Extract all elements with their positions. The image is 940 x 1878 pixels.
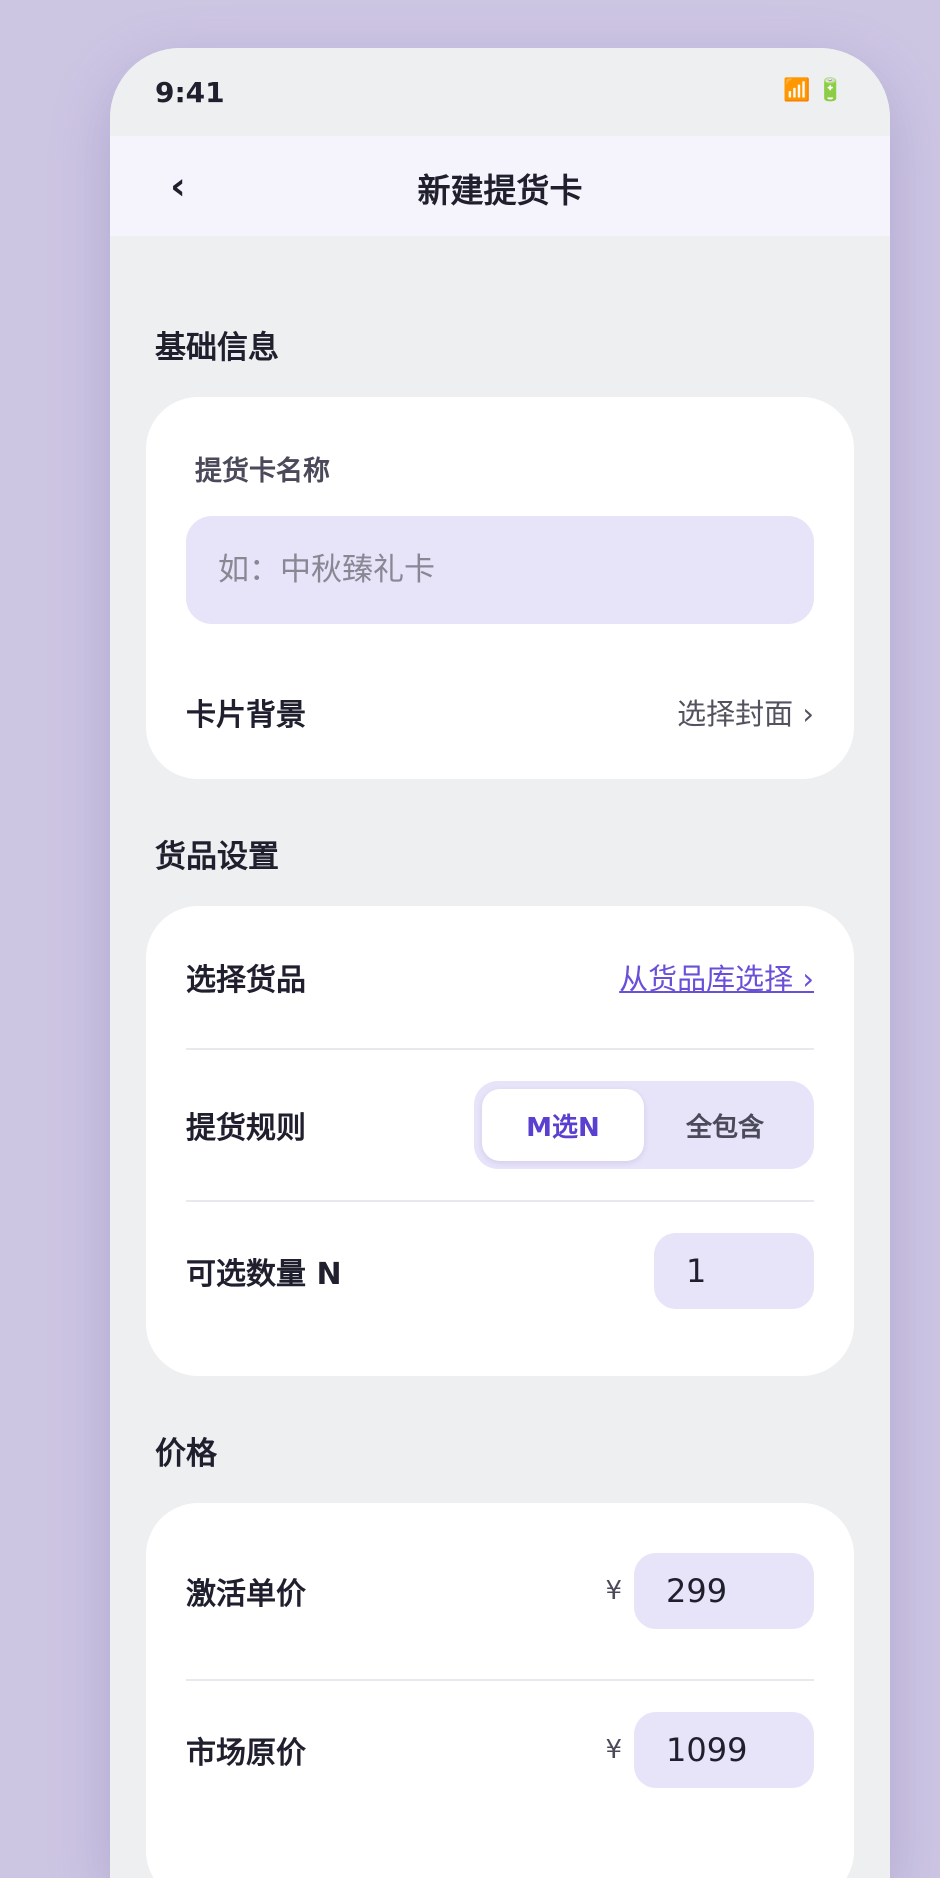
rule-option-m-choose-n[interactable]: M选N [482,1089,644,1161]
price-card: 激活单价 ¥ 市场原价 ¥ [146,1503,854,1878]
market-price-row: 市场原价 ¥ [186,1681,814,1819]
pickup-rule-row: 提货规则 M选N 全包含 [186,1050,814,1200]
status-bar: 9:41 📶 🔋 [110,48,890,136]
section-title-basic-info: 基础信息 [155,330,279,366]
activation-price-row: 激活单价 ¥ [186,1503,814,1679]
card-background-label: 卡片背景 [186,698,306,733]
currency-symbol: ¥ [605,1735,622,1765]
activation-price-label: 激活单价 [186,1577,306,1612]
quantity-input[interactable] [654,1233,814,1309]
card-name-label: 提货卡名称 [195,456,330,487]
card-name-input[interactable] [186,516,814,624]
basic-info-card: 提货卡名称 卡片背景 选择封面 › [146,397,854,779]
pickup-rule-label: 提货规则 [186,1111,306,1146]
market-price-field: ¥ [605,1712,814,1788]
page-title: 新建提货卡 [417,171,583,210]
select-goods-label: 选择货品 [186,963,306,998]
select-goods-row: 选择货品 从货品库选择 › [186,906,814,1048]
status-icons: 📶 🔋 [783,78,844,103]
battery-icon: 🔋 [816,78,844,103]
nav-bar: ‹ 新建提货卡 [110,136,890,236]
quantity-row: 可选数量 N [186,1202,814,1340]
activation-price-field: ¥ [605,1553,814,1629]
choose-cover-link[interactable]: 选择封面 › [677,691,814,733]
quantity-label: 可选数量 N [186,1257,342,1292]
signal-icon: 📶 [783,78,811,103]
status-time: 9:41 [155,76,225,109]
choose-from-library-link[interactable]: 从货品库选择 › [619,956,814,998]
goods-settings-card: 选择货品 从货品库选择 › 提货规则 M选N 全包含 可选数量 N [146,906,854,1376]
section-title-goods-settings: 货品设置 [155,839,279,875]
pickup-rule-toggle: M选N 全包含 [474,1081,814,1169]
currency-symbol: ¥ [605,1576,622,1606]
market-price-label: 市场原价 [186,1736,306,1771]
phone-screen: 9:41 📶 🔋 ‹ 新建提货卡 基础信息 提货卡名称 卡片背景 选择封面 › … [110,48,890,1878]
market-price-input[interactable] [634,1712,814,1788]
rule-option-all-included[interactable]: 全包含 [644,1089,806,1161]
card-background-row[interactable]: 卡片背景 选择封面 › [186,624,814,800]
activation-price-input[interactable] [634,1553,814,1629]
section-title-price: 价格 [155,1436,217,1472]
